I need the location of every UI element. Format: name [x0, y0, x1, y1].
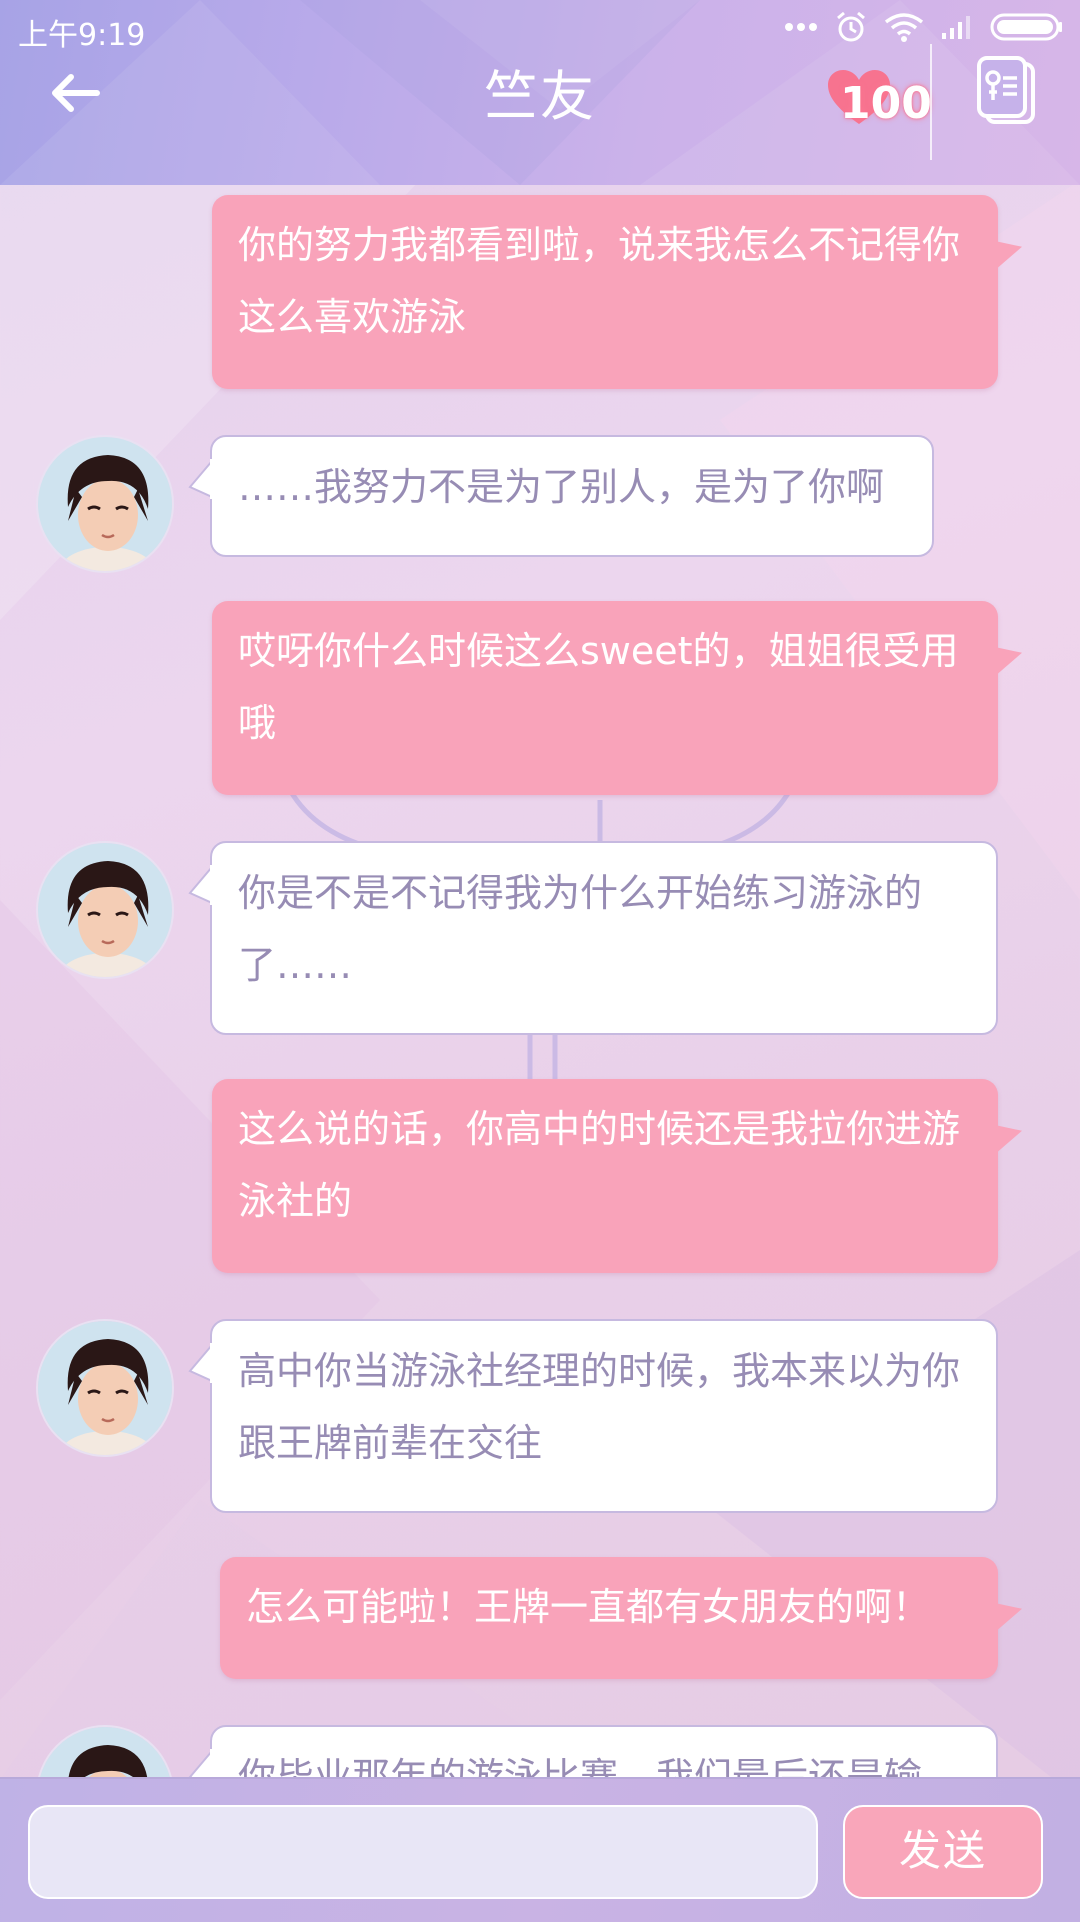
- avatar-image: [38, 1321, 172, 1455]
- avatar-image: [38, 1727, 172, 1777]
- contact-avatar[interactable]: [36, 1725, 174, 1777]
- bubble-tail: [996, 232, 1022, 270]
- message-text: 你的努力我都看到啦，说来我怎么不记得你这么喜欢游泳: [238, 223, 961, 339]
- contact-avatar[interactable]: [36, 435, 174, 573]
- affection-value: 100: [840, 78, 932, 129]
- send-button[interactable]: 发送: [843, 1805, 1043, 1899]
- message-text: 这么说的话，你高中的时候还是我拉你进游泳社的: [238, 1107, 961, 1223]
- contact-avatar[interactable]: [36, 841, 174, 979]
- bubble-tail: [188, 1749, 212, 1777]
- my-message-bubble: 这么说的话，你高中的时候还是我拉你进游泳社的: [212, 1079, 1022, 1273]
- status-icons: [784, 10, 1064, 44]
- bubble-tail: [996, 638, 1022, 676]
- bubble-tail: [996, 1116, 1022, 1154]
- profile-card-button[interactable]: [975, 56, 1039, 128]
- header-divider: [930, 44, 932, 160]
- contact-message-bubble: 你毕业那年的游泳比赛，我们最后还是输: [188, 1725, 998, 1777]
- chat-messages[interactable]: 你的努力我都看到啦，说来我怎么不记得你这么喜欢游泳 ……我努力不是为了别人，是为…: [0, 185, 1080, 1777]
- status-time: 上午9:19: [18, 18, 146, 53]
- back-arrow-icon: [52, 74, 100, 112]
- message-text: ……我努力不是为了别人，是为了你啊: [238, 465, 885, 509]
- dots-icon: [785, 23, 817, 31]
- bubble-tail: [996, 1594, 1022, 1632]
- contact-message-bubble: 你是不是不记得我为什么开始练习游泳的了……: [188, 841, 998, 1035]
- message-input-bar: 发送: [0, 1777, 1080, 1922]
- message-text: 怎么可能啦！王牌一直都有女朋友的啊！: [246, 1585, 931, 1629]
- bubble-tail: [188, 1343, 212, 1383]
- my-message-bubble: 哎呀你什么时候这么sweet的，姐姐很受用哦: [212, 601, 1022, 795]
- wifi-icon: [884, 13, 924, 42]
- back-button[interactable]: [40, 62, 110, 124]
- my-message-bubble: 你的努力我都看到啦，说来我怎么不记得你这么喜欢游泳: [212, 195, 1022, 389]
- message-text: 哎呀你什么时候这么sweet的，姐姐很受用哦: [238, 629, 959, 745]
- status-bar: 上午9:19: [0, 0, 1080, 62]
- signal-icon: [942, 16, 970, 39]
- avatar-image: [38, 843, 172, 977]
- my-message-bubble: 怎么可能啦！王牌一直都有女朋友的啊！: [220, 1557, 1022, 1679]
- nav-bar: 竺友 100: [0, 44, 1080, 185]
- message-text: 高中你当游泳社经理的时候，我本来以为你跟王牌前辈在交往: [238, 1349, 961, 1465]
- message-text: 你是不是不记得我为什么开始练习游泳的了……: [238, 871, 923, 987]
- bubble-tail: [188, 865, 212, 905]
- contact-message-bubble: 高中你当游泳社经理的时候，我本来以为你跟王牌前辈在交往: [188, 1319, 998, 1513]
- avatar-image: [38, 437, 172, 571]
- profile-card-icon: [977, 56, 1035, 124]
- battery-icon: [990, 13, 1062, 41]
- message-text: 你毕业那年的游泳比赛，我们最后还是输: [238, 1755, 923, 1777]
- affection-badge[interactable]: 100: [826, 64, 932, 134]
- contact-avatar[interactable]: [36, 1319, 174, 1457]
- app-header: 上午9:19 竺友 100: [0, 0, 1080, 185]
- message-input[interactable]: [28, 1805, 818, 1899]
- bubble-tail: [188, 459, 212, 499]
- alarm-icon: [837, 11, 865, 42]
- page-title: 竺友: [484, 65, 596, 128]
- contact-message-bubble: ……我努力不是为了别人，是为了你啊: [188, 435, 934, 557]
